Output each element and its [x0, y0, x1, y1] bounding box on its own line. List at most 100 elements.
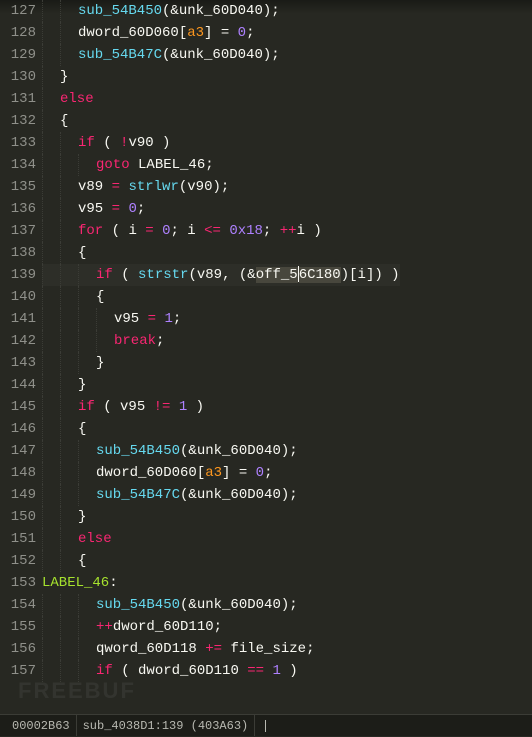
code-line[interactable]: if ( !v90 ) — [42, 132, 400, 154]
code-line[interactable]: v95 = 1; — [42, 308, 400, 330]
code-line[interactable]: } — [42, 66, 400, 88]
token: i — [358, 267, 366, 283]
code-line[interactable]: { — [42, 242, 400, 264]
code-line[interactable]: { — [42, 110, 400, 132]
token: != — [154, 399, 171, 415]
code-line[interactable]: sub_54B47C(&unk_60D040); — [42, 484, 400, 506]
token — [196, 223, 204, 239]
indent-guide — [42, 132, 60, 154]
token: ; — [246, 25, 254, 41]
indent-guide — [60, 132, 78, 154]
code-line[interactable]: break; — [42, 330, 400, 352]
line-number: 128 — [0, 22, 36, 44]
code-line[interactable]: goto LABEL_46; — [42, 154, 400, 176]
code-line[interactable]: if ( dword_60D110 == 1 ) — [42, 660, 400, 682]
code-line[interactable]: sub_54B450(&unk_60D040); — [42, 0, 400, 22]
token: sub_54B450 — [96, 443, 180, 459]
indent-guide — [42, 484, 60, 506]
indent-guide — [60, 440, 78, 462]
token: = — [112, 179, 120, 195]
code-line[interactable]: sub_54B450(&unk_60D040); — [42, 594, 400, 616]
code-line[interactable]: { — [42, 286, 400, 308]
line-number: 130 — [0, 66, 36, 88]
token: ); — [212, 179, 229, 195]
token: file_size — [230, 641, 306, 657]
code-line[interactable]: dword_60D060[a3] = 0; — [42, 22, 400, 44]
token: = — [112, 201, 120, 217]
indent-guide — [42, 66, 60, 88]
token: = — [145, 223, 153, 239]
token: a3 — [187, 25, 204, 41]
line-number: 149 — [0, 484, 36, 506]
code-line[interactable]: v89 = strlwr(v90); — [42, 176, 400, 198]
token: i — [187, 223, 195, 239]
token: unk_60D040 — [197, 487, 281, 503]
token: goto — [96, 157, 130, 173]
token: ( — [113, 267, 138, 283]
code-line[interactable]: v95 = 0; — [42, 198, 400, 220]
line-number: 144 — [0, 374, 36, 396]
indent-guide — [42, 110, 60, 132]
code-line[interactable]: else — [42, 88, 400, 110]
token: ; — [264, 465, 272, 481]
indent-guide — [60, 220, 78, 242]
code-line[interactable]: sub_54B450(&unk_60D040); — [42, 440, 400, 462]
code-line[interactable]: if ( v95 != 1 ) — [42, 396, 400, 418]
code-line[interactable]: { — [42, 550, 400, 572]
token: i — [297, 223, 305, 239]
token: { — [78, 245, 86, 261]
indent-guide — [42, 308, 60, 330]
line-number: 147 — [0, 440, 36, 462]
token: ( — [179, 179, 187, 195]
token: ); — [263, 47, 280, 63]
token: v90 — [187, 179, 212, 195]
token: ) — [281, 663, 298, 679]
token: LABEL_46 — [138, 157, 205, 173]
token: sub_54B450 — [96, 597, 180, 613]
code-area[interactable]: sub_54B450(&unk_60D040);dword_60D060[a3]… — [40, 0, 400, 682]
line-number: 136 — [0, 198, 36, 220]
token: v89 — [78, 179, 103, 195]
code-line[interactable]: } — [42, 506, 400, 528]
code-line[interactable]: sub_54B47C(&unk_60D040); — [42, 44, 400, 66]
indent-guide — [78, 638, 96, 660]
token: 6C180 — [299, 267, 341, 283]
line-number: 132 — [0, 110, 36, 132]
code-editor[interactable]: 1271281291301311321331341351361371381391… — [0, 0, 532, 706]
token: (& — [162, 3, 179, 19]
code-line[interactable]: qword_60D118 += file_size; — [42, 638, 400, 660]
indent-guide — [42, 286, 60, 308]
line-number: 143 — [0, 352, 36, 374]
line-number: 154 — [0, 594, 36, 616]
indent-guide — [60, 176, 78, 198]
code-line[interactable]: else — [42, 528, 400, 550]
code-line[interactable]: { — [42, 418, 400, 440]
token: 0 — [256, 465, 264, 481]
token: <= — [204, 223, 221, 239]
indent-guide — [42, 550, 60, 572]
status-location: sub_4038D1:139 (403A63) — [76, 715, 255, 736]
line-number: 134 — [0, 154, 36, 176]
code-line[interactable]: LABEL_46: — [42, 572, 400, 594]
code-line[interactable]: } — [42, 374, 400, 396]
token: sub_54B47C — [78, 47, 162, 63]
code-line[interactable]: for ( i = 0; i <= 0x18; ++i ) — [42, 220, 400, 242]
indent-guide — [42, 616, 60, 638]
indent-guide — [78, 484, 96, 506]
indent-guide — [42, 638, 60, 660]
token: ( — [95, 135, 120, 151]
code-line[interactable]: } — [42, 352, 400, 374]
indent-guide — [60, 44, 78, 66]
indent-guide — [60, 374, 78, 396]
indent-guide — [60, 198, 78, 220]
token: , (& — [222, 267, 256, 283]
code-line[interactable]: ++dword_60D110; — [42, 616, 400, 638]
token: v90 — [128, 135, 153, 151]
code-line[interactable]: if ( strstr(v89, (&off_56C180)[i]) ) — [42, 264, 400, 286]
token: dword_60D060 — [78, 25, 179, 41]
indent-guide — [42, 528, 60, 550]
indent-guide — [60, 264, 78, 286]
code-line[interactable]: dword_60D060[a3] = 0; — [42, 462, 400, 484]
token: ]) ) — [366, 267, 400, 283]
token: } — [96, 355, 104, 371]
